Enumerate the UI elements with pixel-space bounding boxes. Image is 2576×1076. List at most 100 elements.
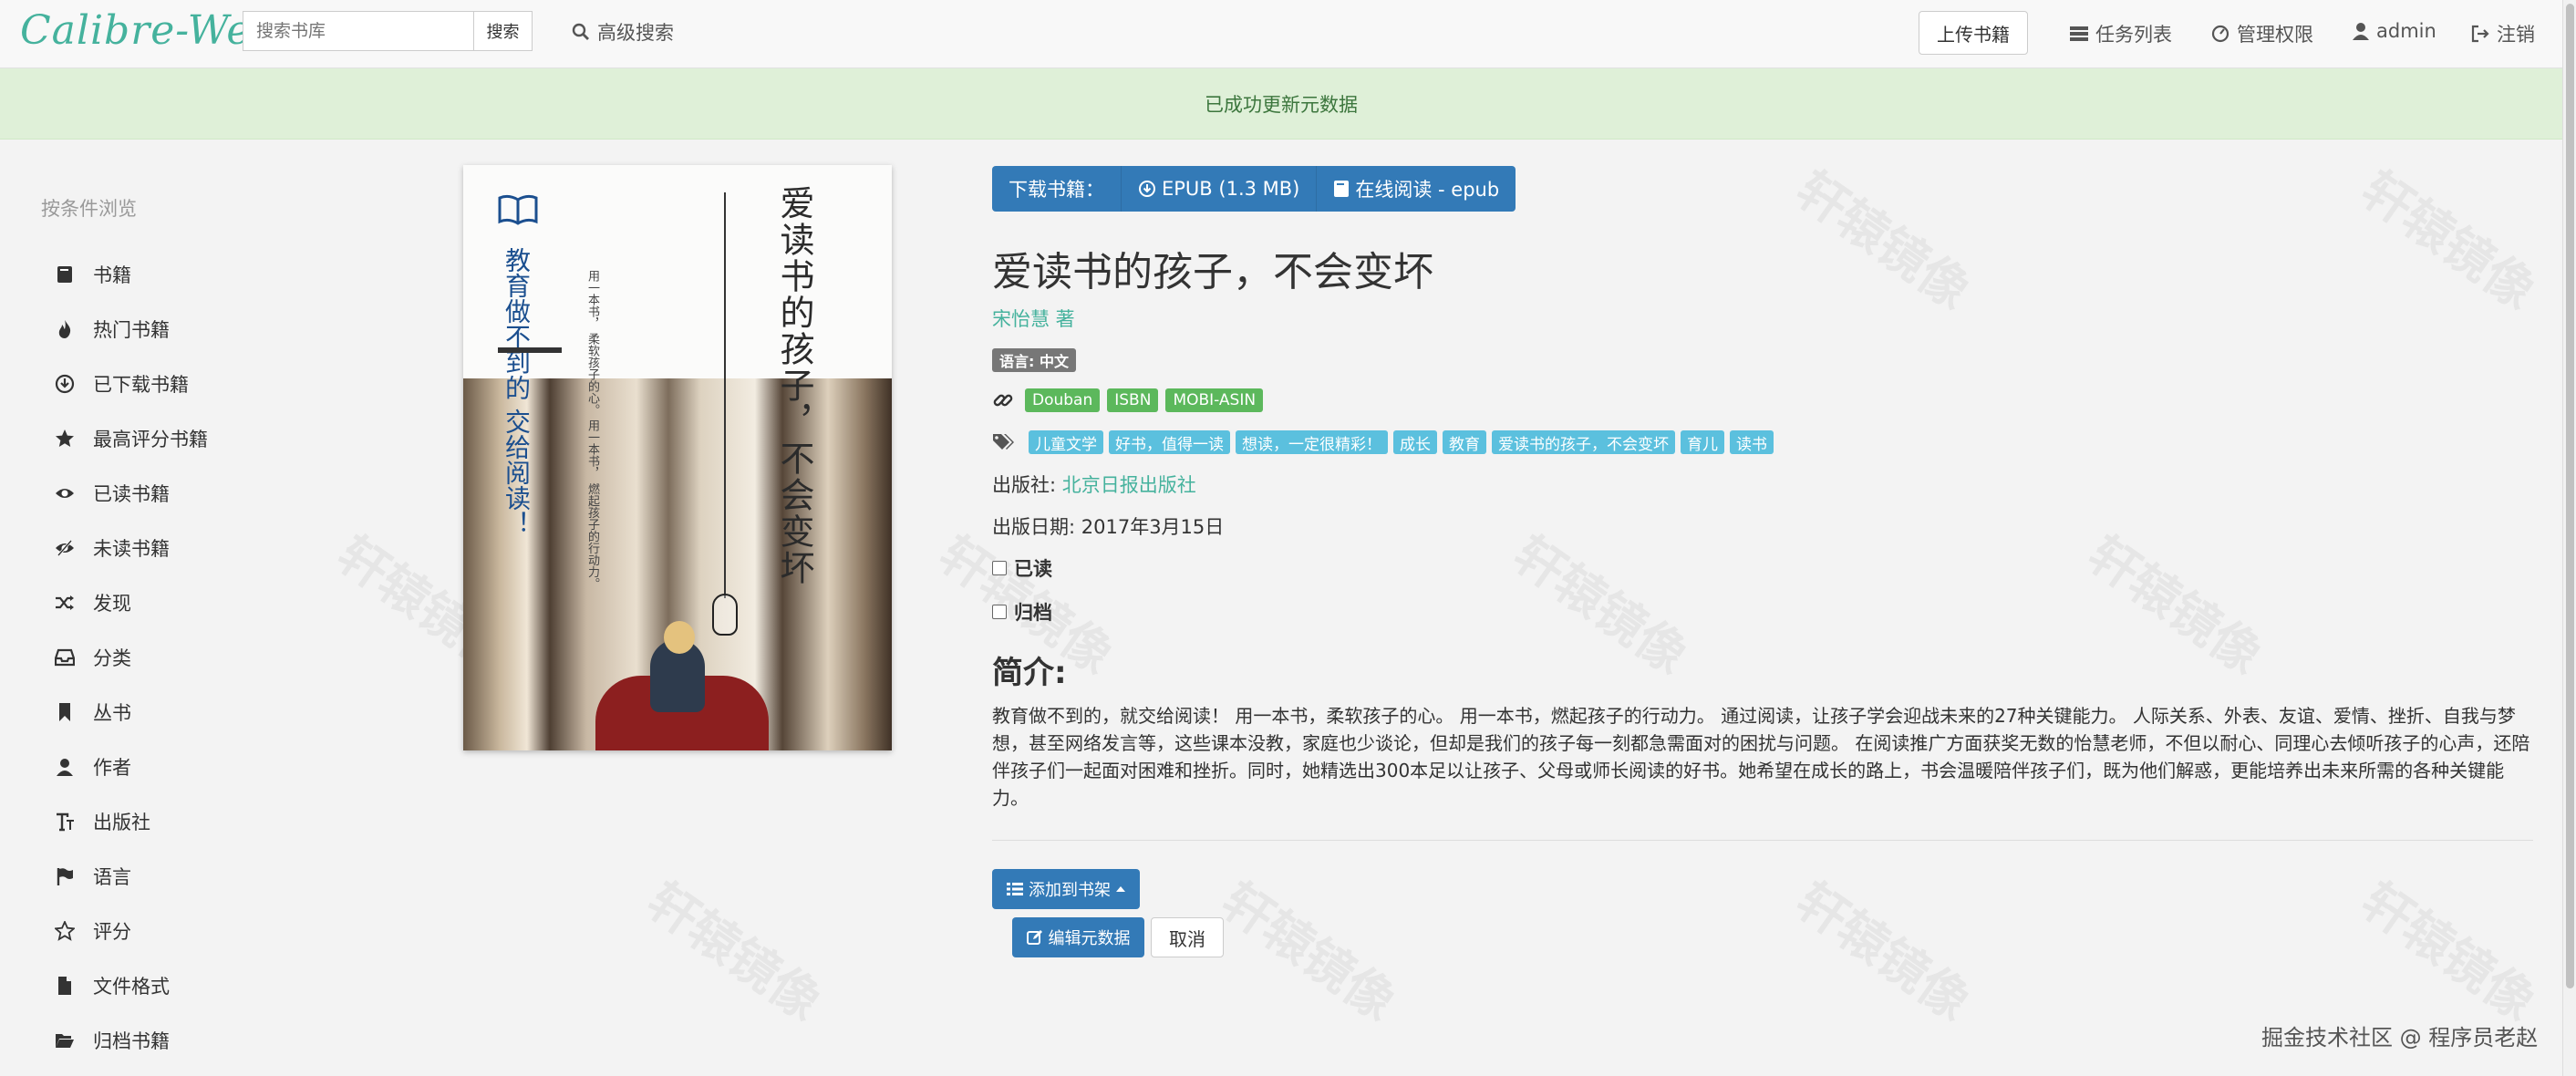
- sidebar-item-archived[interactable]: 归档书籍: [53, 1022, 170, 1059]
- user-name: admin: [2376, 20, 2436, 42]
- sidebar-item-label: 归档书籍: [93, 1030, 170, 1052]
- advanced-search-label: 高级搜索: [597, 22, 674, 44]
- publisher-link[interactable]: 北京日报出版社: [1062, 474, 1196, 496]
- book-author-link[interactable]: 宋怡慧 著: [992, 305, 1075, 332]
- watermark-text: 轩辕镜像: [2077, 524, 2272, 686]
- sidebar-item-discover[interactable]: 发现: [53, 585, 131, 621]
- watermark-text: 轩辕镜像: [2351, 160, 2546, 321]
- inbox-icon: [53, 646, 77, 669]
- edit-metadata-label: 编辑元数据: [1048, 929, 1131, 948]
- corner-watermark: 掘金技术社区 @ 程序员老赵: [2261, 1025, 2539, 1050]
- tag-item[interactable]: 教育: [1443, 430, 1486, 454]
- cover-child-head: [664, 621, 695, 654]
- tag-item[interactable]: 育儿: [1681, 430, 1724, 454]
- book-cover[interactable]: 教育做不到的 交给阅读！ 用一本书， 柔软孩子的心。 用一本书， 燃起孩子的行动…: [463, 165, 892, 750]
- alert-message: 已成功更新元数据: [1205, 93, 1358, 116]
- eye-icon: [53, 481, 77, 505]
- sidebar-item-label: 已读书籍: [93, 483, 170, 505]
- sidebar-item-label: 分类: [93, 647, 131, 669]
- language-badge: 语言: 中文: [992, 348, 1076, 372]
- sidebar-item-downloaded[interactable]: 已下载书籍: [53, 366, 189, 402]
- sidebar-item-formats[interactable]: 文件格式: [53, 967, 170, 1004]
- identifier-douban[interactable]: Douban: [1025, 388, 1101, 412]
- search-icon: [572, 23, 589, 40]
- sidebar-item-label: 出版社: [93, 812, 150, 833]
- logout-icon: [2471, 25, 2489, 43]
- identifier-mobi-asin[interactable]: MOBI-ASIN: [1165, 388, 1264, 412]
- add-to-shelf-button[interactable]: 添加到书架: [992, 869, 1140, 909]
- search-input[interactable]: [243, 11, 474, 51]
- sidebar-item-label: 文件格式: [93, 976, 170, 998]
- scrollbar-thumb[interactable]: [2566, 4, 2574, 988]
- top-navbar: Calibre-Web 搜索 高级搜索 上传书籍 任务列表 管理权限 admin…: [0, 0, 2562, 68]
- tags-row: 儿童文学 好书，值得一读 想读，一定很精彩！ 成长 教育 爱读书的孩子，不会变坏…: [992, 430, 1774, 454]
- read-checkbox[interactable]: [992, 561, 1007, 575]
- cover-publisher-mark: [498, 347, 562, 353]
- brand-logo[interactable]: Calibre-Web: [20, 7, 278, 54]
- sidebar-item-unread[interactable]: 未读书籍: [53, 530, 170, 566]
- admin-panel-link[interactable]: 管理权限: [2211, 20, 2313, 47]
- sidebar-item-hot-books[interactable]: 热门书籍: [53, 311, 170, 347]
- sidebar-item-label: 发现: [93, 593, 131, 615]
- publisher-line: 出版社: 北京日报出版社: [992, 471, 1196, 498]
- sidebar-item-publishers[interactable]: 出版社: [53, 803, 150, 840]
- open-book-icon: [498, 194, 538, 225]
- tag-item[interactable]: 儿童文学: [1029, 430, 1103, 454]
- sidebar-item-languages[interactable]: 语言: [53, 858, 131, 895]
- pubdate: 出版日期: 2017年3月15日: [992, 516, 1225, 538]
- dashboard-icon: [2211, 25, 2229, 43]
- tag-item[interactable]: 读书: [1730, 430, 1774, 454]
- publisher-label: 出版社:: [992, 474, 1057, 496]
- tasks-link[interactable]: 任务列表: [2070, 20, 2172, 47]
- read-online-label: 在线阅读 - epub: [1355, 179, 1500, 201]
- sidebar-item-read[interactable]: 已读书籍: [53, 475, 170, 512]
- cover-bulb-cord: [724, 192, 726, 598]
- watermark-text: 轩辕镜像: [1503, 524, 1698, 686]
- sidebar-item-authors[interactable]: 作者: [53, 749, 131, 785]
- book-title: 爱读书的孩子，不会变坏: [992, 249, 1433, 295]
- tags-icon: [993, 434, 1014, 450]
- sidebar-heading: 按条件浏览: [41, 198, 137, 220]
- upload-book-button[interactable]: 上传书籍: [1919, 11, 2028, 55]
- read-online-button[interactable]: 在线阅读 - epub: [1317, 166, 1516, 212]
- identifier-isbn[interactable]: ISBN: [1107, 388, 1159, 412]
- search-button[interactable]: 搜索: [473, 11, 533, 51]
- user-icon: [53, 755, 77, 779]
- sidebar-item-label: 最高评分书籍: [93, 429, 208, 450]
- advanced-search-link[interactable]: 高级搜索: [572, 18, 674, 46]
- description-text: 教育做不到的，就交给阅读！ 用一本书，柔软孩子的心。 用一本书，燃起孩子的行动力…: [992, 705, 2530, 809]
- cover-blurb: 用一本书， 柔软孩子的心。 用一本书， 燃起孩子的行动力。: [585, 270, 599, 590]
- sidebar-item-categories[interactable]: 分类: [53, 639, 131, 676]
- sidebar-item-ratings[interactable]: 评分: [53, 913, 131, 949]
- text-size-icon: [53, 810, 77, 833]
- read-checkbox-row[interactable]: 已读: [992, 554, 1052, 582]
- sidebar-item-label: 已下载书籍: [93, 374, 189, 396]
- sidebar-item-label: 语言: [93, 866, 131, 888]
- download-button-group: 下载书籍： EPUB (1.3 MB) 在线阅读 - epub: [992, 166, 1516, 212]
- archived-checkbox[interactable]: [992, 605, 1007, 619]
- logout-link[interactable]: 注销: [2471, 20, 2535, 47]
- tag-item[interactable]: 成长: [1393, 430, 1437, 454]
- read-checkbox-label: 已读: [1014, 558, 1052, 580]
- tag-item[interactable]: 爱读书的孩子，不会变坏: [1492, 430, 1675, 454]
- tag-item[interactable]: 想读，一定很精彩！: [1236, 430, 1388, 454]
- cover-title: 爱读书的孩子，不会变坏: [774, 185, 814, 586]
- archived-checkbox-row[interactable]: 归档: [992, 598, 1052, 626]
- cancel-button[interactable]: 取消: [1151, 917, 1224, 957]
- edit-icon: [1026, 930, 1042, 945]
- edit-metadata-button[interactable]: 编辑元数据: [1012, 917, 1144, 957]
- tag-item[interactable]: 好书，值得一读: [1109, 430, 1230, 454]
- user-icon: [2353, 23, 2369, 40]
- star-empty-icon: [53, 919, 77, 943]
- sidebar-item-series[interactable]: 丛书: [53, 694, 131, 730]
- flag-icon: [53, 864, 77, 888]
- download-epub-button[interactable]: EPUB (1.3 MB): [1122, 166, 1318, 212]
- book-icon: [1334, 181, 1350, 197]
- tasks-label: 任务列表: [2095, 24, 2172, 46]
- sidebar-item-top-rated[interactable]: 最高评分书籍: [53, 420, 208, 457]
- tasks-icon: [2070, 26, 2088, 41]
- vertical-scrollbar[interactable]: [2562, 0, 2576, 1076]
- user-profile-link[interactable]: admin: [2353, 20, 2436, 42]
- identifiers-row: Douban ISBN MOBI-ASIN: [992, 388, 1264, 412]
- sidebar-item-books[interactable]: 书籍: [53, 256, 131, 293]
